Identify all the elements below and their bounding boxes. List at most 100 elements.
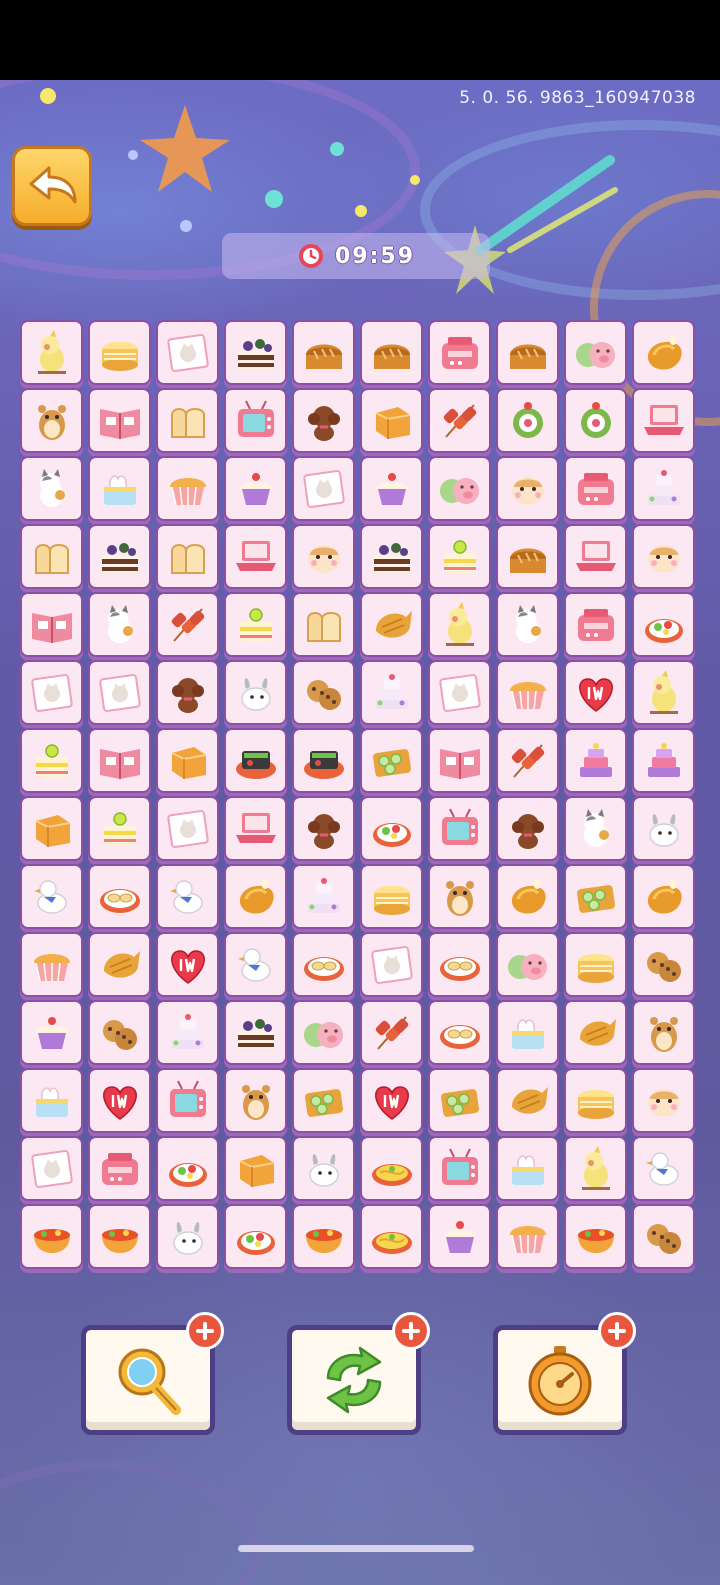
tile-pink-laptop[interactable] <box>224 796 287 861</box>
tile-recipe-book[interactable] <box>20 592 83 657</box>
tile-cookies[interactable] <box>88 1000 151 1065</box>
tile-crepe-cake[interactable] <box>564 1068 627 1133</box>
tile-lemon-cake[interactable] <box>224 592 287 657</box>
tile-matcha-roll[interactable] <box>496 388 559 453</box>
tile-bread-loaf[interactable] <box>360 320 423 385</box>
tile-tier-cake[interactable] <box>156 1000 219 1065</box>
tile-cupcake[interactable] <box>224 456 287 521</box>
tile-duck[interactable] <box>20 864 83 929</box>
tile-muffin[interactable] <box>20 932 83 997</box>
add-time-button[interactable] <box>598 1312 636 1350</box>
tile-recipe-book[interactable] <box>88 728 151 793</box>
tile-pig-bun[interactable] <box>428 456 491 521</box>
tile-hamster-face[interactable] <box>496 456 559 521</box>
tile-roast-chicken[interactable] <box>224 864 287 929</box>
tile-purple-cake[interactable] <box>564 728 627 793</box>
tile-pink-laptop[interactable] <box>224 524 287 589</box>
tile-recipe-book[interactable] <box>88 388 151 453</box>
tile-heart-1w[interactable] <box>156 932 219 997</box>
tile-berry-cake[interactable] <box>360 524 423 589</box>
tile-dumpling-plate[interactable] <box>428 1000 491 1065</box>
tile-duck[interactable] <box>156 864 219 929</box>
tile-roast-chicken[interactable] <box>496 864 559 929</box>
tile-pink-toaster[interactable] <box>88 1136 151 1201</box>
tile-taiyaki[interactable] <box>496 1068 559 1133</box>
magnifier-tool[interactable] <box>81 1312 224 1435</box>
tile-bunny[interactable] <box>156 1204 219 1269</box>
tile-cube-cake[interactable] <box>224 1136 287 1201</box>
tile-swan-cake[interactable] <box>496 1000 559 1065</box>
tile-cat-postcard[interactable] <box>292 456 355 521</box>
tile-berry-cake[interactable] <box>88 524 151 589</box>
tile-swan-cake[interactable] <box>88 456 151 521</box>
tile-hamster-face[interactable] <box>632 1068 695 1133</box>
tile-poodle[interactable] <box>292 796 355 861</box>
tile-cat-postcard[interactable] <box>20 660 83 725</box>
tile-toast[interactable] <box>292 592 355 657</box>
tile-meat-skewers[interactable] <box>156 592 219 657</box>
tile-pig-bun[interactable] <box>496 932 559 997</box>
tile-hamster[interactable] <box>632 1000 695 1065</box>
tile-toast[interactable] <box>156 388 219 453</box>
tile-cockatiel[interactable] <box>632 660 695 725</box>
tile-pink-laptop[interactable] <box>632 388 695 453</box>
tile-heart-1w[interactable] <box>360 1068 423 1133</box>
tile-toast[interactable] <box>20 524 83 589</box>
tile-dumpling-plate[interactable] <box>292 932 355 997</box>
tile-matcha-roll[interactable] <box>564 388 627 453</box>
tile-poodle[interactable] <box>496 796 559 861</box>
tile-hamster[interactable] <box>224 1068 287 1133</box>
tile-cat-postcard[interactable] <box>156 796 219 861</box>
tile-dumpling-plate[interactable] <box>88 864 151 929</box>
tile-pink-tv[interactable] <box>428 796 491 861</box>
tile-crepe-cake[interactable] <box>360 864 423 929</box>
tile-cat-postcard[interactable] <box>428 660 491 725</box>
tile-muffin[interactable] <box>496 1204 559 1269</box>
tile-hamster[interactable] <box>428 864 491 929</box>
tile-pasta-plate[interactable] <box>360 1204 423 1269</box>
tile-calico-cat[interactable] <box>496 592 559 657</box>
tile-calico-cat[interactable] <box>20 456 83 521</box>
tile-crepe-cake[interactable] <box>88 320 151 385</box>
tile-duck[interactable] <box>224 932 287 997</box>
tile-hamster[interactable] <box>20 388 83 453</box>
tile-pink-toaster[interactable] <box>564 456 627 521</box>
tile-poodle[interactable] <box>156 660 219 725</box>
tile-meat-skewers[interactable] <box>360 1000 423 1065</box>
tile-taiyaki[interactable] <box>564 1000 627 1065</box>
tile-noodle-bowl[interactable] <box>20 1204 83 1269</box>
tile-berry-cake[interactable] <box>224 320 287 385</box>
tile-pink-tv[interactable] <box>156 1068 219 1133</box>
tile-cube-cake[interactable] <box>360 388 423 453</box>
tile-bunny[interactable] <box>292 1136 355 1201</box>
tile-meat-skewers[interactable] <box>496 728 559 793</box>
tile-sushi-plate[interactable] <box>292 728 355 793</box>
tile-salad-plate[interactable] <box>632 592 695 657</box>
tile-lemon-cake[interactable] <box>428 524 491 589</box>
tile-cat-postcard[interactable] <box>156 320 219 385</box>
tile-swan-cake[interactable] <box>20 1068 83 1133</box>
tile-cookies[interactable] <box>632 1204 695 1269</box>
tile-hamster-face[interactable] <box>632 524 695 589</box>
tile-cat-postcard[interactable] <box>360 932 423 997</box>
tile-muffin[interactable] <box>156 456 219 521</box>
tile-pink-toaster[interactable] <box>564 592 627 657</box>
tile-cat-postcard[interactable] <box>88 660 151 725</box>
tile-green-rolls[interactable] <box>360 728 423 793</box>
tile-noodle-bowl[interactable] <box>292 1204 355 1269</box>
tile-pink-tv[interactable] <box>428 1136 491 1201</box>
tile-green-rolls[interactable] <box>564 864 627 929</box>
tile-recipe-book[interactable] <box>428 728 491 793</box>
tile-bread-loaf[interactable] <box>496 320 559 385</box>
tile-pink-toaster[interactable] <box>428 320 491 385</box>
tile-pink-laptop[interactable] <box>564 524 627 589</box>
tile-meat-skewers[interactable] <box>428 388 491 453</box>
tile-roast-chicken[interactable] <box>632 864 695 929</box>
add-shuffle-button[interactable] <box>392 1312 430 1350</box>
tile-cockatiel[interactable] <box>20 320 83 385</box>
tile-cupcake[interactable] <box>20 1000 83 1065</box>
tile-bunny[interactable] <box>224 660 287 725</box>
tile-berry-cake[interactable] <box>224 1000 287 1065</box>
tile-cookies[interactable] <box>292 660 355 725</box>
tile-swan-cake[interactable] <box>496 1136 559 1201</box>
